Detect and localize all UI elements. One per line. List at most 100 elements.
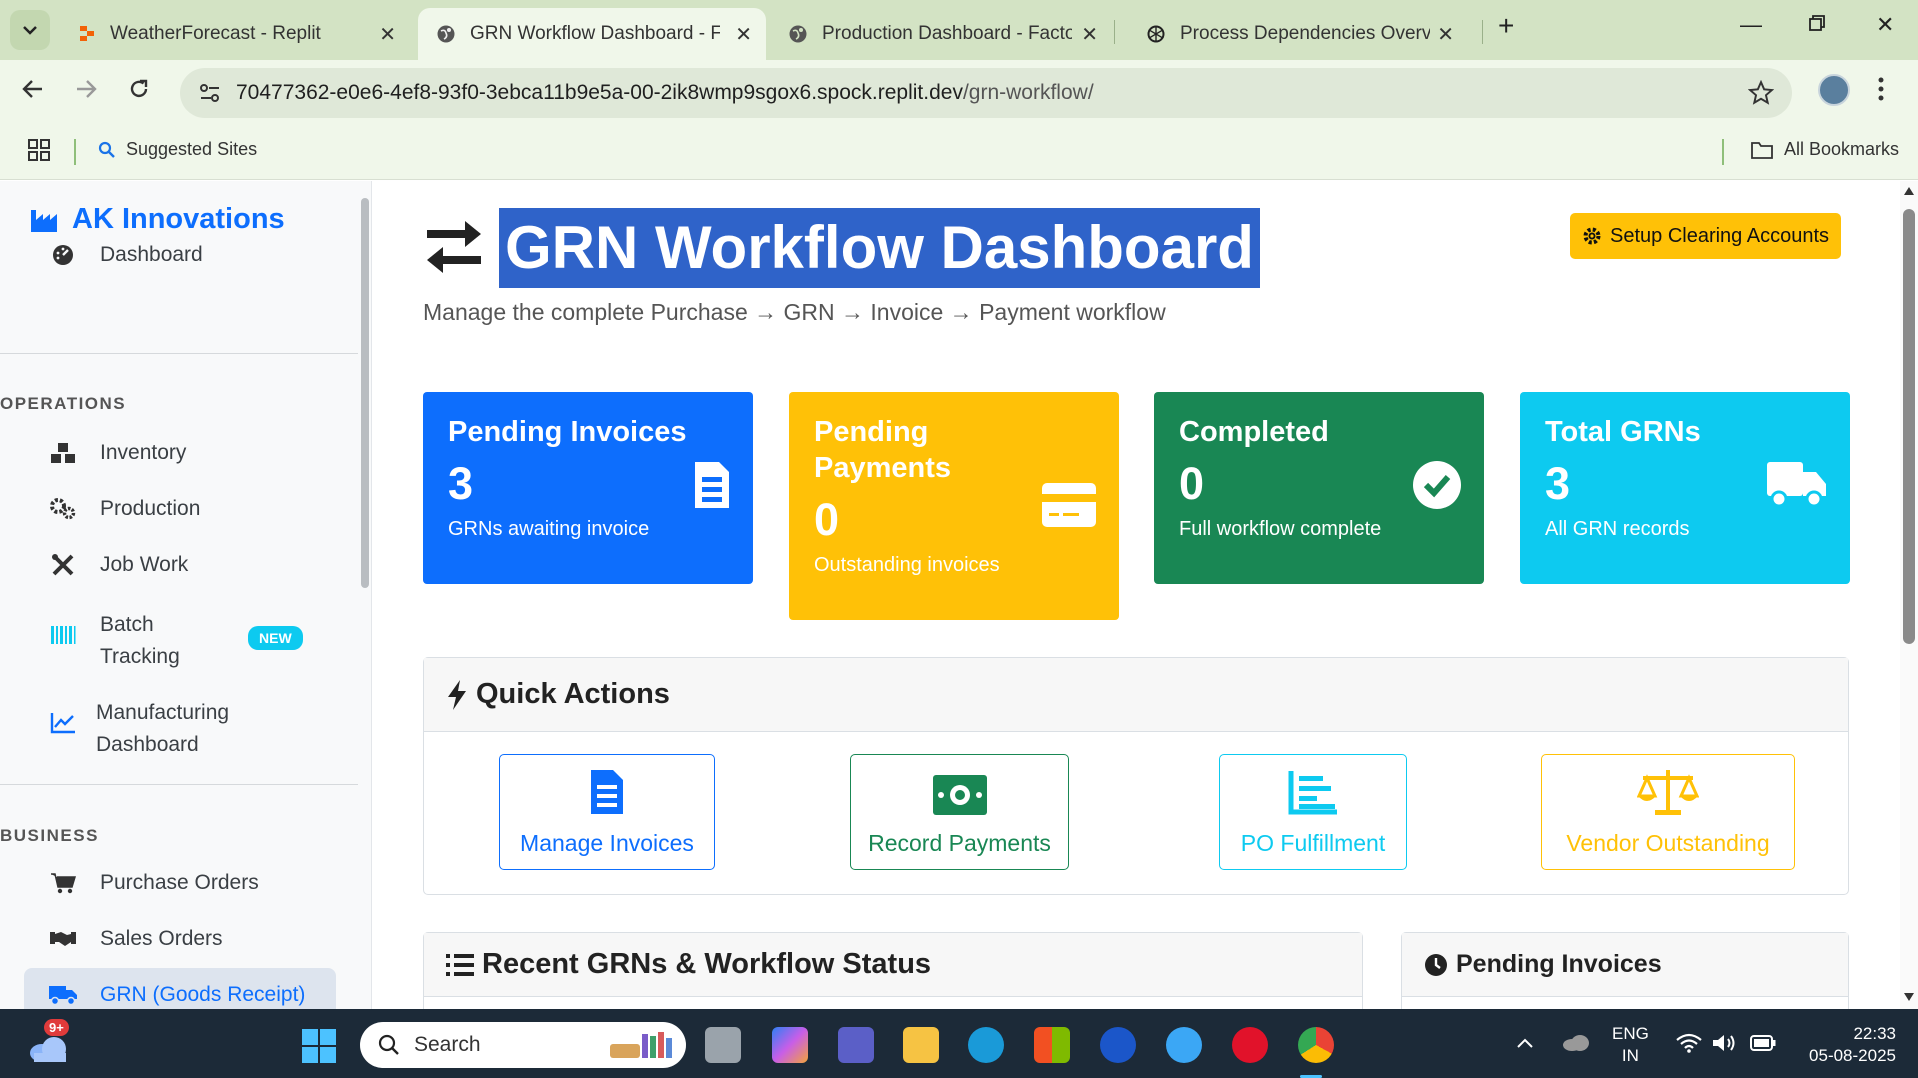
volume-icon[interactable] (1712, 1033, 1738, 1058)
apps-grid-icon (28, 139, 50, 161)
copilot-icon[interactable] (772, 1027, 808, 1063)
label-line: Tracking (100, 645, 180, 668)
button-label: Record Payments (868, 830, 1051, 856)
task-view-icon[interactable] (705, 1027, 741, 1063)
card-title: Total GRNs (1545, 416, 1701, 448)
page-scrollbar-track[interactable] (1900, 181, 1918, 1009)
lang-line: IN (1621, 1046, 1639, 1065)
sidebar: AK Innovations Dashboard OPERATIONS Inve… (0, 181, 372, 1009)
po-fulfillment-button[interactable]: PO Fulfillment (1219, 754, 1407, 870)
sidebar-item-job-work[interactable]: Job Work (48, 553, 188, 577)
tab-search-button[interactable] (10, 10, 50, 50)
bookmark-separator (74, 139, 76, 165)
back-button[interactable] (22, 76, 44, 107)
address-bar[interactable]: 70477362-e0e6-4ef8-93f0-3ebca11b9e5a-00-… (180, 68, 1792, 118)
microsoft-store-icon[interactable] (1034, 1027, 1070, 1063)
chevron-down-icon (23, 26, 37, 35)
chrome-icon[interactable] (1298, 1027, 1334, 1063)
check-circle-icon (1412, 460, 1462, 515)
sidebar-divider (0, 353, 358, 354)
profile-avatar[interactable] (1818, 74, 1850, 106)
url-text: 70477362-e0e6-4ef8-93f0-3ebca11b9e5a-00-… (236, 81, 1094, 105)
scroll-up-icon[interactable] (1904, 187, 1914, 195)
star-icon[interactable] (1748, 80, 1774, 106)
panel-title: Recent GRNs & Workflow Status (482, 948, 932, 980)
minimize-button[interactable]: — (1740, 12, 1762, 38)
manage-invoices-button[interactable]: Manage Invoices (499, 754, 715, 870)
panel-title: Quick Actions (476, 678, 670, 710)
stat-card-total-grns: Total GRNs 3 All GRN records (1520, 392, 1850, 584)
button-label: Vendor Outstanding (1566, 830, 1770, 856)
file-invoice-icon (693, 460, 731, 515)
file-explorer-icon[interactable] (903, 1027, 939, 1063)
tachometer-icon (48, 243, 78, 267)
close-icon[interactable]: ✕ (1081, 22, 1098, 47)
sidebar-item-batch-tracking[interactable]: Batch Tracking (48, 609, 180, 673)
sidebar-item-grn[interactable]: GRN (Goods Receipt) (48, 983, 305, 1007)
brand-logo[interactable]: AK Innovations (30, 203, 285, 236)
site-info-icon[interactable] (198, 82, 222, 104)
windows-taskbar: 9+ Search ENG IN 22:33 05-08-2025 (0, 1009, 1918, 1078)
url-path: /grn-workflow/ (962, 81, 1094, 104)
close-icon[interactable]: ✕ (1437, 22, 1454, 47)
battery-icon[interactable] (1750, 1035, 1776, 1056)
help-icon[interactable] (1166, 1027, 1202, 1063)
chevron-up-icon[interactable] (1516, 1033, 1534, 1054)
button-label: PO Fulfillment (1240, 830, 1386, 856)
more-vertical-icon (1878, 77, 1884, 101)
close-icon[interactable]: ✕ (735, 22, 752, 47)
all-bookmarks-button[interactable]: All Bookmarks (1750, 139, 1899, 160)
tab-separator (1482, 20, 1483, 44)
globe-icon (437, 25, 455, 43)
close-window-button[interactable]: ✕ (1876, 12, 1894, 38)
arrow-left-icon (22, 80, 42, 98)
sidebar-item-sales-orders[interactable]: Sales Orders (48, 927, 223, 951)
tab-weatherforecast[interactable]: WeatherForecast - Replit ✕ (60, 8, 410, 60)
browser-menu-button[interactable] (1878, 76, 1884, 102)
browser-toolbar: 70477362-e0e6-4ef8-93f0-3ebca11b9e5a-00-… (0, 60, 1918, 125)
restore-button[interactable] (1808, 12, 1826, 38)
taskbar-search[interactable]: Search (360, 1022, 686, 1068)
scroll-down-icon[interactable] (1904, 993, 1914, 1001)
close-icon[interactable]: ✕ (379, 22, 396, 47)
card-description: Outstanding invoices (814, 554, 1000, 576)
label-line: Manufacturing (96, 701, 230, 724)
panel-header: Quick Actions (424, 658, 1848, 732)
sidebar-item-label: Production (100, 497, 201, 520)
bookmark-suggested-sites[interactable]: Suggested Sites (98, 139, 257, 160)
sidebar-item-dashboard[interactable]: Dashboard (48, 243, 203, 267)
apps-button[interactable] (28, 139, 50, 161)
setup-clearing-accounts-button[interactable]: Setup Clearing Accounts (1570, 213, 1842, 259)
tab-production-dashboard[interactable]: Production Dashboard - Factory ✕ (770, 8, 1112, 60)
sidebar-item-production[interactable]: Production (48, 497, 200, 521)
wifi-icon[interactable] (1676, 1033, 1702, 1058)
teams-icon[interactable] (838, 1027, 874, 1063)
replit-icon (80, 26, 94, 41)
bookmark-separator (1722, 139, 1724, 165)
page-subtitle: Manage the complete Purchase → GRN → Inv… (423, 299, 1166, 325)
clock[interactable]: 22:33 05-08-2025 (1796, 1023, 1896, 1067)
tab-grn-workflow[interactable]: GRN Workflow Dashboard - Fac ✕ (418, 8, 766, 60)
record-payments-button[interactable]: Record Payments (850, 754, 1069, 870)
tools-icon (48, 553, 78, 577)
forward-button[interactable] (75, 76, 97, 107)
panel-header: Pending Invoices (1402, 933, 1848, 997)
weather-widget[interactable] (28, 1033, 68, 1068)
reload-button[interactable] (128, 76, 150, 107)
page-scrollbar-thumb[interactable] (1903, 209, 1915, 644)
edge-icon[interactable] (968, 1027, 1004, 1063)
onedrive-icon[interactable] (1562, 1033, 1590, 1056)
sidebar-item-purchase-orders[interactable]: Purchase Orders (48, 871, 259, 895)
new-tab-button[interactable]: + (1498, 10, 1514, 42)
hp-icon[interactable] (1100, 1027, 1136, 1063)
language-indicator[interactable]: ENG IN (1612, 1023, 1649, 1067)
clock-date: 05-08-2025 (1809, 1046, 1896, 1065)
opera-icon[interactable] (1232, 1027, 1268, 1063)
start-button[interactable] (302, 1029, 336, 1068)
sidebar-item-inventory[interactable]: Inventory (48, 441, 186, 465)
gear-icon (1583, 227, 1601, 245)
sidebar-scrollbar[interactable] (361, 198, 369, 588)
tab-process-dependencies[interactable]: Process Dependencies Overview ✕ (1128, 8, 1468, 60)
vendor-outstanding-button[interactable]: Vendor Outstanding (1541, 754, 1795, 870)
sidebar-item-manufacturing-dashboard[interactable]: Manufacturing Dashboard (48, 697, 229, 761)
